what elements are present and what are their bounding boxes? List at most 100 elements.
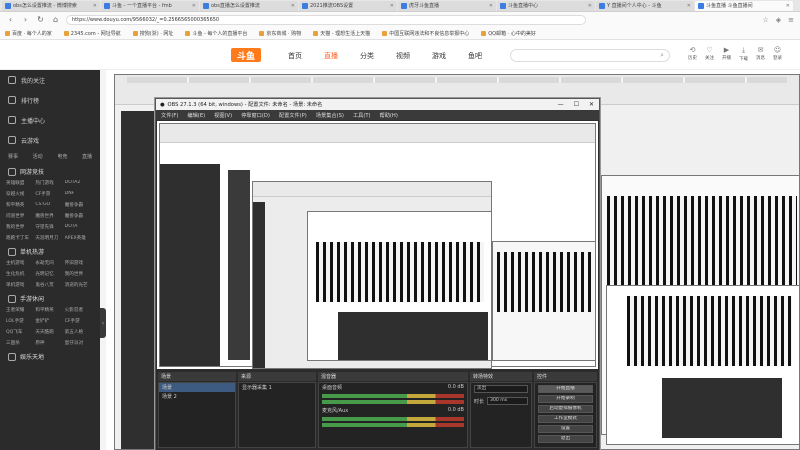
sidebar-item[interactable]: 云游戏: [0, 130, 100, 150]
obs-menu-item[interactable]: 配置文件(P): [279, 112, 307, 119]
obs-menu-item[interactable]: 编辑(E): [187, 112, 205, 119]
tab-close-icon[interactable]: ✕: [588, 3, 592, 9]
bookmark-item[interactable]: 天猫 - 理想生活上天猫: [313, 30, 370, 37]
forward-icon[interactable]: ›: [21, 15, 30, 24]
browser-tab[interactable]: 虎牙斗鱼直播 ✕: [398, 0, 496, 11]
nav-item[interactable]: 直播: [324, 51, 338, 61]
sidebar-item[interactable]: 主播中心: [0, 110, 100, 130]
sidebar-category[interactable]: 消逝的光芒: [65, 282, 94, 288]
url-field[interactable]: https://www.douyu.com/9566032/_=0.256656…: [66, 14, 586, 25]
extension-icon[interactable]: ◈: [776, 16, 781, 24]
tab-close-icon[interactable]: ✕: [786, 3, 790, 9]
browser-tab[interactable]: 斗鱼 - 一个直播平台 - fmb ✕: [101, 0, 199, 11]
sidebar-section-title[interactable]: 网游竞技: [0, 163, 100, 178]
maximize-icon[interactable]: ☐: [574, 101, 579, 108]
obs-control-button[interactable]: 开始录制: [538, 395, 593, 403]
nav-item[interactable]: 鱼吧: [468, 51, 482, 61]
sidebar-category[interactable]: 第五人格: [65, 329, 94, 335]
browser-tab[interactable]: 2021推流OBS设置 ✕: [299, 0, 397, 11]
reload-icon[interactable]: ↻: [36, 15, 45, 24]
obs-menu-item[interactable]: 帮助(H): [380, 112, 398, 119]
volume-slider[interactable]: [322, 423, 464, 427]
tab-close-icon[interactable]: ✕: [291, 3, 295, 9]
sidebar-category[interactable]: APEX英雄: [65, 235, 94, 241]
sidebar-category[interactable]: 和平精英: [35, 307, 64, 313]
bookmark-item[interactable]: 2345.com - 网址导航: [63, 30, 121, 37]
sidebar-category[interactable]: 问道世界: [6, 213, 35, 219]
sidebar-category[interactable]: 穿越火线: [6, 191, 35, 197]
sidebar-category[interactable]: LOL手游: [6, 318, 35, 324]
transition-select[interactable]: 淡出: [474, 385, 528, 393]
user-tool[interactable]: ✉ 消息: [756, 46, 765, 62]
search-icon[interactable]: ⌕: [660, 51, 664, 60]
bookmark-item[interactable]: QQ邮箱 · 心中的美好: [481, 30, 536, 37]
sidebar-category[interactable]: DOTA: [65, 224, 94, 230]
sidebar-category[interactable]: 火影忍者: [65, 307, 94, 313]
sidebar-section-title[interactable]: 手游休闲: [0, 290, 100, 305]
user-tool[interactable]: ☺ 登录: [773, 46, 782, 62]
sidebar-category[interactable]: CS:GO: [35, 202, 64, 208]
duration-field[interactable]: 300 ms: [487, 397, 528, 405]
nav-item[interactable]: 视频: [396, 51, 410, 61]
obs-menu-item[interactable]: 停靠窗口(D): [241, 112, 270, 119]
sidebar-category[interactable]: 我的世界: [6, 224, 35, 230]
sidebar-category[interactable]: 英雄联盟: [6, 180, 35, 186]
sidebar-category[interactable]: 三国杀: [6, 340, 35, 346]
obs-menu-item[interactable]: 视图(V): [214, 112, 232, 119]
sidebar-category[interactable]: 魔兽争霸: [65, 213, 94, 219]
sidebar-category[interactable]: 天涯明月刀: [35, 235, 64, 241]
obs-control-button[interactable]: 启动虚拟摄像机: [538, 405, 593, 413]
browser-tab[interactable]: Y 直播间个人中心 - 斗鱼 ✕: [596, 0, 694, 11]
nav-item[interactable]: 分类: [360, 51, 374, 61]
browser-tab[interactable]: 斗鱼直播 斗鱼直播间 ✕: [695, 0, 793, 11]
browser-tab[interactable]: obs怎么设置推流 - 微博搜索 ✕: [2, 0, 100, 11]
scene-item[interactable]: 场景: [159, 383, 235, 392]
browser-tab[interactable]: obs直播怎么设置推流 ✕: [200, 0, 298, 11]
tab-close-icon[interactable]: ✕: [489, 3, 493, 9]
user-tool[interactable]: ▶ 开播: [722, 46, 731, 62]
sidebar-category[interactable]: DNF: [65, 191, 94, 197]
volume-slider[interactable]: [322, 400, 464, 404]
douyu-logo[interactable]: 斗鱼: [231, 48, 262, 62]
sidebar-category[interactable]: 天天酷跑: [35, 329, 64, 335]
sidebar-category[interactable]: 原神: [35, 340, 64, 346]
bookmark-item[interactable]: 京东商城 · 购物: [259, 30, 301, 37]
tab-close-icon[interactable]: ✕: [390, 3, 394, 9]
sidebar-category[interactable]: 生化危机: [6, 271, 35, 277]
sidebar-category[interactable]: 单机游戏: [6, 282, 35, 288]
sidebar-category[interactable]: 我的世界: [65, 271, 94, 277]
sidebar-shortcut[interactable]: 活动: [33, 153, 43, 160]
obs-menu-item[interactable]: 工具(T): [353, 112, 371, 119]
sidebar-section-title[interactable]: 单机热游: [0, 243, 100, 258]
browser-tab[interactable]: 斗鱼直播中心 ✕: [497, 0, 595, 11]
sidebar-category[interactable]: 永劫无间: [35, 260, 64, 266]
sidebar-section-title[interactable]: 娱乐天地: [0, 348, 100, 363]
sidebar-category[interactable]: QQ飞车: [6, 329, 35, 335]
sidebar-category[interactable]: 热门游戏: [35, 180, 64, 186]
obs-control-button[interactable]: 开始直播: [538, 385, 593, 393]
user-tool[interactable]: ♡ 关注: [705, 46, 714, 62]
bookmark-item[interactable]: 中国互联网违法和不良信息举报中心: [382, 30, 469, 37]
sidebar-category[interactable]: 王者荣耀: [6, 307, 35, 313]
tab-close-icon[interactable]: ✕: [192, 3, 196, 9]
sidebar-category[interactable]: 魔兽争霸: [65, 202, 94, 208]
sidebar-category[interactable]: 魔兽世界: [35, 213, 64, 219]
sidebar-category[interactable]: 蛋仔派对: [65, 340, 94, 346]
user-tool[interactable]: ⤓ 下载: [739, 46, 748, 62]
sidebar-category[interactable]: 金铲铲: [35, 318, 64, 324]
sidebar-category[interactable]: CF手游: [35, 191, 64, 197]
close-icon[interactable]: ✕: [589, 101, 594, 108]
obs-menu-item[interactable]: 场景集合(S): [316, 112, 344, 119]
sidebar-category[interactable]: 跑跑卡丁车: [6, 235, 35, 241]
tab-close-icon[interactable]: ✕: [93, 3, 97, 9]
bookmark-item[interactable]: 搜狗(浙) · 网址: [132, 30, 173, 37]
obs-menu-item[interactable]: 文件(F): [161, 112, 178, 119]
obs-control-button[interactable]: 工作室模式: [538, 415, 593, 423]
user-tool[interactable]: ⟲ 历史: [688, 46, 697, 62]
source-item[interactable]: 显示器采集 1: [239, 383, 315, 392]
sidebar-shortcut[interactable]: 赛事: [8, 153, 18, 160]
sidebar-category[interactable]: 怀旧游戏: [65, 260, 94, 266]
sidebar-shortcut[interactable]: 直播: [82, 153, 92, 160]
sidebar-category[interactable]: 光明记忆: [35, 271, 64, 277]
sidebar-category[interactable]: 守望先锋: [35, 224, 64, 230]
